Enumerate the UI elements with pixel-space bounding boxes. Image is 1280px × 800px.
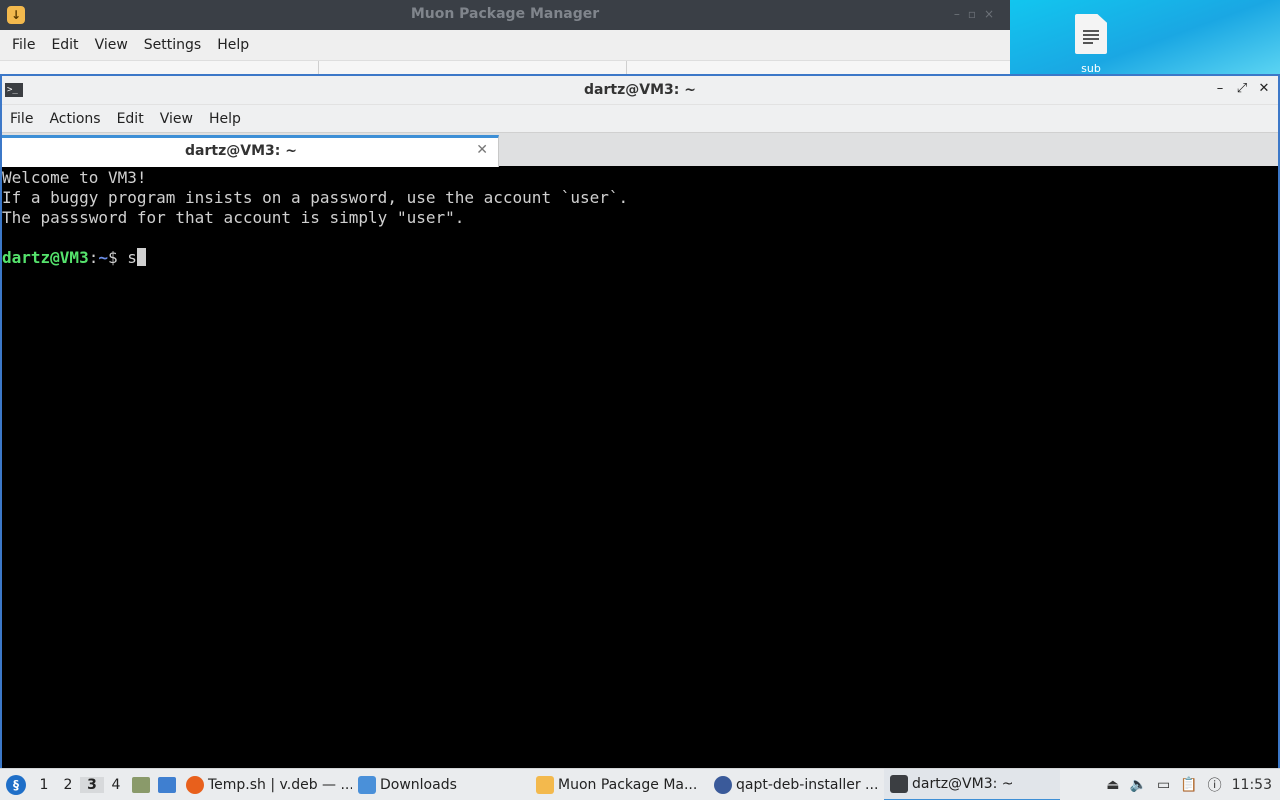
muon-window-controls[interactable]: –▫× bbox=[954, 7, 1002, 21]
terminal-window-title: dartz@VM3: ~ bbox=[584, 82, 696, 98]
muon-menubar: File Edit View Settings Help bbox=[0, 30, 1010, 60]
task-terminal[interactable]: dartz@VM3: ~ bbox=[884, 768, 1060, 800]
minimize-icon[interactable]: – bbox=[1212, 81, 1228, 96]
desktop-background bbox=[1010, 0, 1280, 74]
clipboard-icon[interactable]: 📋 bbox=[1180, 777, 1197, 793]
prompt-user: dartz@VM3 bbox=[2, 248, 89, 267]
task-label: Temp.sh | v.deb — ... bbox=[208, 776, 352, 793]
lubuntu-logo-icon: § bbox=[6, 774, 26, 795]
terminal-menu-actions[interactable]: Actions bbox=[41, 111, 108, 127]
terminal-icon bbox=[890, 774, 908, 793]
task-label: Downloads bbox=[380, 776, 457, 793]
workspace-2[interactable]: 2 bbox=[56, 777, 80, 793]
workspace-4[interactable]: 4 bbox=[104, 777, 128, 793]
task-label: qapt-deb-installer ... bbox=[736, 776, 879, 793]
terminal-window[interactable]: >_ dartz@VM3: ~ – ⤢ ✕ File Actions Edit … bbox=[0, 74, 1280, 768]
task-label: dartz@VM3: ~ bbox=[912, 775, 1014, 792]
desktop-file[interactable]: sub bbox=[1070, 14, 1112, 72]
muon-menu-settings[interactable]: Settings bbox=[136, 37, 209, 53]
prompt-symbol: $ bbox=[107, 248, 128, 267]
maximize-icon[interactable]: ⤢ bbox=[1234, 81, 1250, 96]
terminal-line: The passsword for that account is simply… bbox=[2, 208, 465, 227]
eject-icon[interactable]: ⏏ bbox=[1106, 777, 1119, 793]
file-manager-launcher[interactable] bbox=[128, 776, 154, 793]
terminal-menu-view[interactable]: View bbox=[152, 111, 201, 127]
terminal-menubar: File Actions Edit View Help bbox=[2, 104, 1278, 132]
taskbar: § 1 2 3 4 Temp.sh | v.deb — ... Download… bbox=[0, 768, 1280, 800]
muon-icon bbox=[536, 775, 554, 794]
typed-input: s bbox=[127, 248, 137, 267]
terminal-tab[interactable]: dartz@VM3: ~ ✕ bbox=[2, 135, 499, 167]
installer-icon bbox=[714, 775, 732, 794]
terminal-titlebar[interactable]: >_ dartz@VM3: ~ – ⤢ ✕ bbox=[2, 76, 1278, 104]
task-muon[interactable]: Muon Package Ma... bbox=[530, 769, 708, 800]
prompt-separator: : bbox=[88, 248, 99, 267]
muon-menu-view[interactable]: View bbox=[87, 37, 136, 53]
terminal-prompt-line[interactable]: dartz@VM3:~$ s bbox=[2, 248, 1278, 268]
task-downloads[interactable]: Downloads bbox=[352, 769, 530, 800]
folder-icon bbox=[358, 775, 376, 794]
terminal-tabbar: dartz@VM3: ~ ✕ bbox=[2, 132, 1278, 167]
desktop-file-label: sub bbox=[1081, 62, 1101, 72]
task-qapt-installer[interactable]: qapt-deb-installer ... bbox=[708, 769, 884, 800]
clock[interactable]: 11:53 bbox=[1232, 777, 1272, 793]
terminal-tab-label: dartz@VM3: ~ bbox=[185, 143, 297, 159]
workspace-1[interactable]: 1 bbox=[32, 777, 56, 793]
volume-icon[interactable]: 🔈 bbox=[1130, 777, 1147, 793]
text-file-icon bbox=[1075, 14, 1107, 54]
firefox-icon bbox=[186, 775, 204, 794]
terminal-menu-file[interactable]: File bbox=[2, 111, 41, 127]
terminal-menu-edit[interactable]: Edit bbox=[109, 111, 152, 127]
terminal-line: If a buggy program insists on a password… bbox=[2, 188, 629, 207]
muon-menu-file[interactable]: File bbox=[4, 37, 43, 53]
muon-menu-edit[interactable]: Edit bbox=[43, 37, 86, 53]
text-cursor bbox=[136, 248, 146, 266]
close-icon[interactable]: ✕ bbox=[1256, 81, 1272, 96]
network-icon[interactable]: ▭ bbox=[1157, 777, 1170, 793]
start-menu-button[interactable]: § bbox=[0, 769, 32, 800]
terminal-line: Welcome to VM3! bbox=[2, 168, 147, 187]
terminal-output[interactable]: Welcome to VM3! If a buggy program insis… bbox=[2, 168, 1278, 768]
prompt-path: ~ bbox=[98, 248, 108, 267]
tab-close-icon[interactable]: ✕ bbox=[476, 142, 488, 158]
task-firefox[interactable]: Temp.sh | v.deb — ... bbox=[180, 769, 352, 800]
show-desktop-launcher[interactable] bbox=[154, 776, 180, 793]
task-label: Muon Package Ma... bbox=[558, 776, 698, 793]
file-manager-icon bbox=[132, 776, 150, 793]
update-notifier-icon[interactable]: ⓘ bbox=[1208, 775, 1222, 795]
system-tray: ⏏ 🔈 ▭ 📋 ⓘ 11:53 bbox=[1106, 775, 1280, 795]
muon-menu-help[interactable]: Help bbox=[209, 37, 257, 53]
muon-titlebar[interactable]: ↓ Muon Package Manager –▫× bbox=[0, 0, 1010, 30]
muon-window[interactable]: ↓ Muon Package Manager –▫× File Edit Vie… bbox=[0, 0, 1010, 77]
terminal-menu-help[interactable]: Help bbox=[201, 111, 249, 127]
desktop-icon bbox=[158, 776, 176, 793]
workspace-3[interactable]: 3 bbox=[80, 776, 104, 793]
muon-window-title: Muon Package Manager bbox=[410, 6, 600, 22]
